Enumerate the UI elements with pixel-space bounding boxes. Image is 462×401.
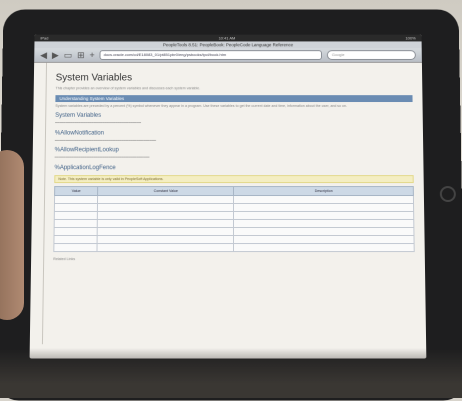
table-row [54,211,413,219]
document-page: System Variables This chapter provides a… [30,63,426,344]
forward-arrow-icon[interactable]: ▶ [52,51,59,60]
ipad-device: iPad 10:41 AM 100% PeopleTools 8.51: Peo… [0,9,462,400]
back-arrow-icon[interactable]: ◀ [40,51,47,60]
page-title: System Variables [56,73,413,84]
table-cell [54,211,97,219]
table-cell [97,211,234,219]
heading-2-text: ━━━━━━━━━━━━━━━━━━━━━━━━━━━━━━━━━━━━━━━━… [55,138,413,142]
heading-4[interactable]: %ApplicationLogFence [54,165,413,171]
table-cell [54,203,97,211]
table-body [54,195,414,251]
table-cell [54,195,97,203]
values-table: Value Constant Value Description [53,186,414,252]
status-time: 10:41 AM [219,36,236,41]
heading-1[interactable]: System Variables [55,113,413,119]
status-battery: 100% [405,36,415,41]
url-field[interactable]: docs.oracle.com/cd/E18083_01/pt851pbr0/e… [100,50,322,60]
table-cell [54,235,97,243]
heading-1-text: ━━━━━━━━━━━━━━━━━━━━━━━━━━━━━━━━━━━━━━━━ [55,121,413,125]
table-cell [54,227,97,235]
bookmarks-icon[interactable]: ▭ [64,51,73,60]
heading-3[interactable]: %AllowRecipientLookup [55,147,414,153]
table-cell [97,235,234,243]
status-carrier: iPad [40,36,48,41]
table-cell [234,195,414,203]
table-row [54,195,413,203]
table-cell [97,219,234,227]
search-field[interactable]: Google [327,50,416,60]
section-header: Understanding System Variables [55,95,412,102]
table-cell [54,243,97,251]
browser-title: PeopleTools 8.51: PeopleBook: PeopleCode… [34,41,421,48]
table-row [54,243,414,251]
table-row [54,203,413,211]
table-cell [97,243,234,251]
tabs-icon[interactable]: ⊞ [77,51,85,60]
home-button[interactable] [440,186,456,202]
heading-2[interactable]: %AllowNotification [55,130,413,136]
hand-thumb [0,150,24,320]
page-margin-rule [42,63,47,344]
page-intro: This chapter provides an overview of sys… [56,86,413,90]
table-cell [234,211,414,219]
table-cell [234,243,414,251]
table-cell [234,227,414,235]
bottom-shadow [0,348,462,398]
table-row [54,235,414,243]
table-row [54,227,414,235]
table-row [54,219,414,227]
add-icon[interactable]: + [89,51,94,60]
table-cell [234,235,414,243]
table-header-description: Description [234,186,413,195]
status-bar: iPad 10:41 AM 100% [34,35,421,42]
heading-3-text: ━━━━━━━━━━━━━━━━━━━━━━━━━━━━━━━━━━━━━━━━… [55,155,414,159]
browser-toolbar: ◀ ▶ ▭ ⊞ + docs.oracle.com/cd/E18083_01/p… [34,48,422,63]
table-cell [98,195,234,203]
note-box: Note. This system variable is only valid… [54,175,413,183]
table-header-value: Value [55,186,98,195]
table-cell [97,227,234,235]
section-text: System variables are preceded by a perce… [55,104,412,108]
ipad-screen: iPad 10:41 AM 100% PeopleTools 8.51: Peo… [30,35,427,359]
table-cell [54,219,97,227]
table-cell [234,203,414,211]
table-cell [234,219,414,227]
table-cell [97,203,234,211]
related-links[interactable]: Related Links [53,257,415,262]
table-header-constant: Constant Value [98,186,234,195]
